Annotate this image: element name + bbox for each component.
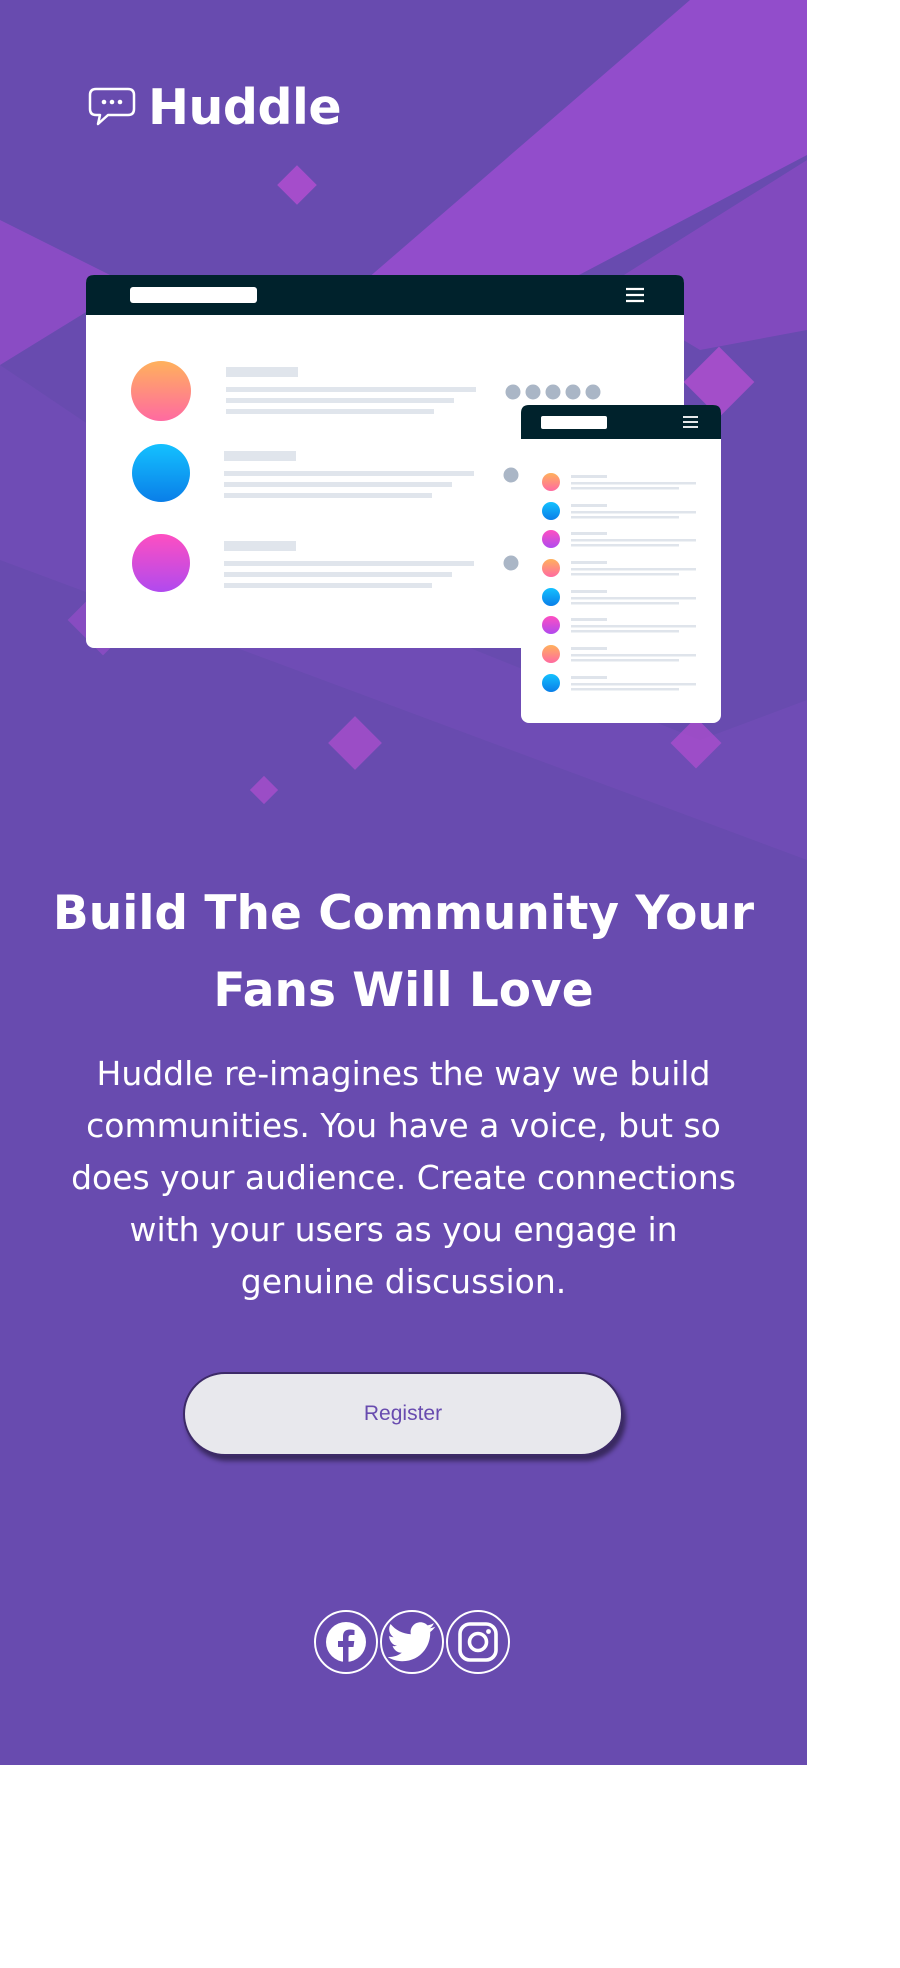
hero-section: Huddle Build The Community Your Fans Wil… bbox=[0, 0, 807, 1765]
social-links bbox=[314, 1610, 510, 1674]
avatar bbox=[132, 444, 190, 502]
avatar bbox=[132, 534, 190, 592]
brand-name: Huddle bbox=[148, 78, 342, 136]
facebook-icon bbox=[326, 1622, 366, 1662]
register-button[interactable]: Register bbox=[183, 1372, 623, 1456]
avatar bbox=[131, 361, 191, 421]
chat-bubble-icon bbox=[88, 87, 136, 126]
twitter-link[interactable] bbox=[380, 1610, 444, 1674]
hero-description: Huddle re-imagines the way we build comm… bbox=[71, 1054, 736, 1301]
instagram-link[interactable] bbox=[446, 1610, 510, 1674]
facebook-link[interactable] bbox=[314, 1610, 378, 1674]
desktop-address-bar bbox=[130, 287, 257, 303]
mobile-window bbox=[521, 405, 721, 723]
hero-headline: Build The Community Your Fans Will Love bbox=[52, 886, 755, 1018]
logo[interactable]: Huddle bbox=[88, 79, 342, 136]
twitter-icon bbox=[388, 1622, 436, 1662]
instagram-icon bbox=[458, 1622, 498, 1662]
app-mockup-illustration bbox=[86, 275, 721, 723]
